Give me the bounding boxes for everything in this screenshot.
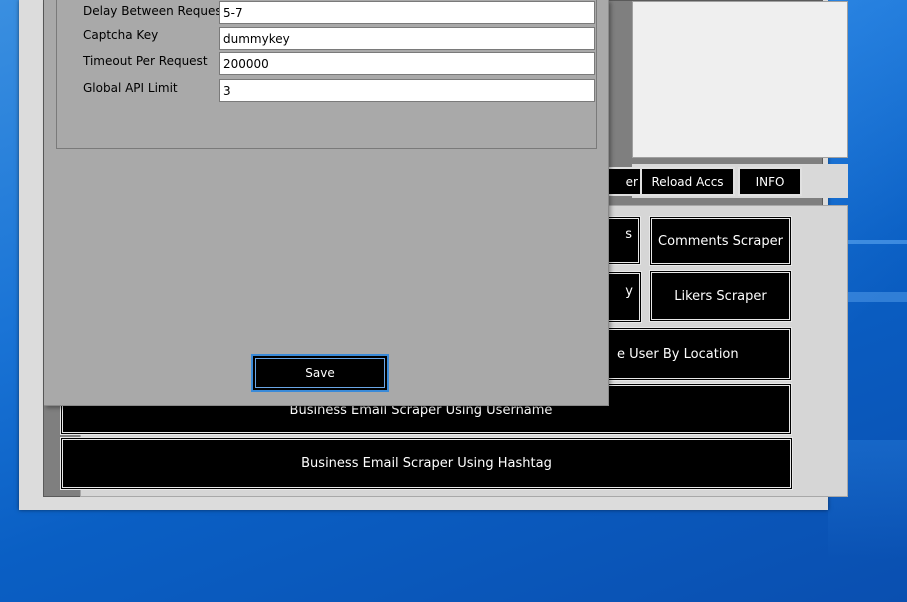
user-by-location-label: e User By Location <box>617 346 739 362</box>
likers-scraper-label: Likers Scraper <box>674 288 767 304</box>
captcha-key-label: Captcha Key <box>83 28 159 42</box>
timeout-input[interactable]: 200000 <box>219 52 595 75</box>
info-label: INFO <box>755 174 785 189</box>
delay-input[interactable]: 5-7 <box>219 1 595 24</box>
delay-label: Delay Between Request <box>83 4 227 18</box>
reload-accounts-label: Reload Accs <box>651 174 724 189</box>
captcha-key-input[interactable]: dummykey <box>219 27 595 50</box>
likers-scraper-button[interactable]: Likers Scraper <box>649 270 792 322</box>
partial-scraper-label: y <box>625 284 633 299</box>
partial-scraper-label: s <box>625 227 632 242</box>
log-output-box[interactable] <box>632 1 848 158</box>
settings-dialog: Delay Between Request 5-7 Captcha Key du… <box>44 0 609 406</box>
timeout-label: Timeout Per Request <box>83 54 208 68</box>
save-label: Save <box>305 366 335 380</box>
comments-scraper-label: Comments Scraper <box>658 233 783 249</box>
info-button[interactable]: INFO <box>738 167 802 196</box>
business-email-hashtag-label: Business Email Scraper Using Hashtag <box>301 456 552 471</box>
business-email-hashtag-button[interactable]: Business Email Scraper Using Hashtag <box>60 437 793 490</box>
partial-button-label: er <box>625 174 638 189</box>
api-limit-label: Global API Limit <box>83 81 178 95</box>
comments-scraper-button[interactable]: Comments Scraper <box>649 216 792 266</box>
save-button[interactable]: Save <box>251 354 389 392</box>
reload-accounts-button[interactable]: Reload Accs <box>640 167 735 196</box>
api-limit-input[interactable]: 3 <box>219 79 595 102</box>
settings-group-box: Delay Between Request 5-7 Captcha Key du… <box>56 0 597 149</box>
